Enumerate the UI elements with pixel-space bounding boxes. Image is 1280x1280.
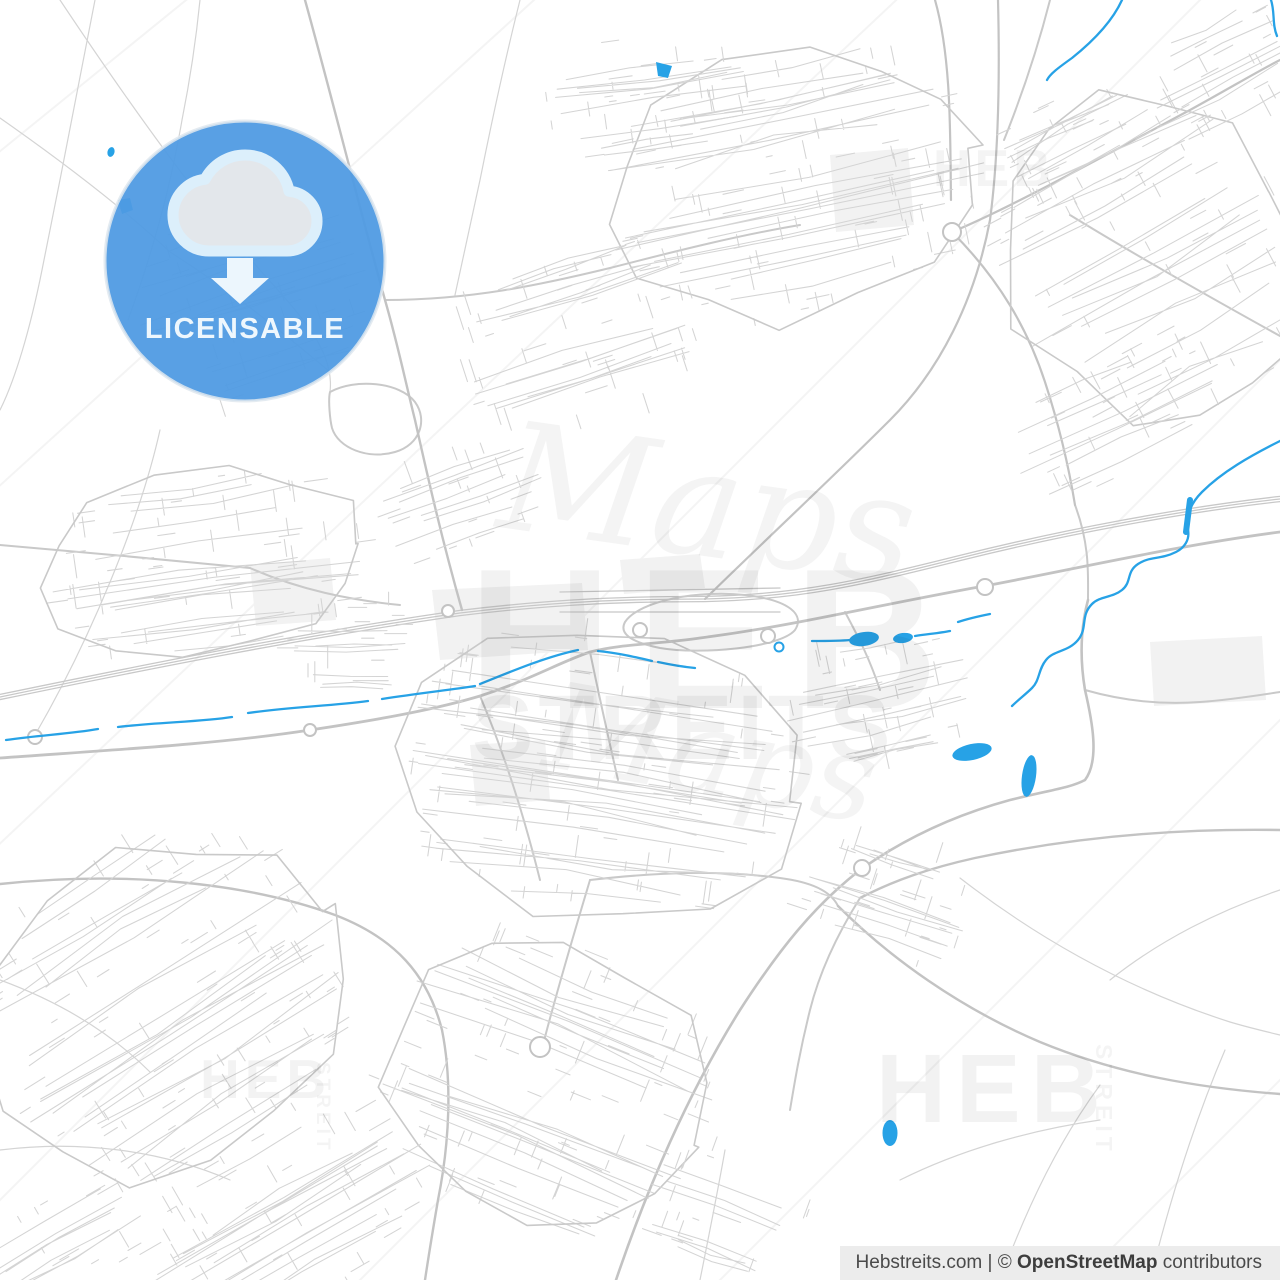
attribution-site[interactable]: Hebstreits.com (856, 1252, 983, 1274)
attribution-osm-link[interactable]: OpenStreetMap (1017, 1252, 1157, 1274)
licensable-badge[interactable]: LICENSABLE (100, 116, 390, 406)
badge-label: LICENSABLE (145, 313, 345, 345)
map-product-preview: Maps HEB STREITS Maps HEB HEB STREIT HEB… (0, 0, 1280, 1280)
attribution-suffix: contributors (1157, 1252, 1262, 1274)
landuse-areas (250, 148, 1266, 806)
attribution-bar: Hebstreits.com | © OpenStreetMap contrib… (840, 1246, 1280, 1280)
attribution-separator: | © (982, 1252, 1017, 1274)
